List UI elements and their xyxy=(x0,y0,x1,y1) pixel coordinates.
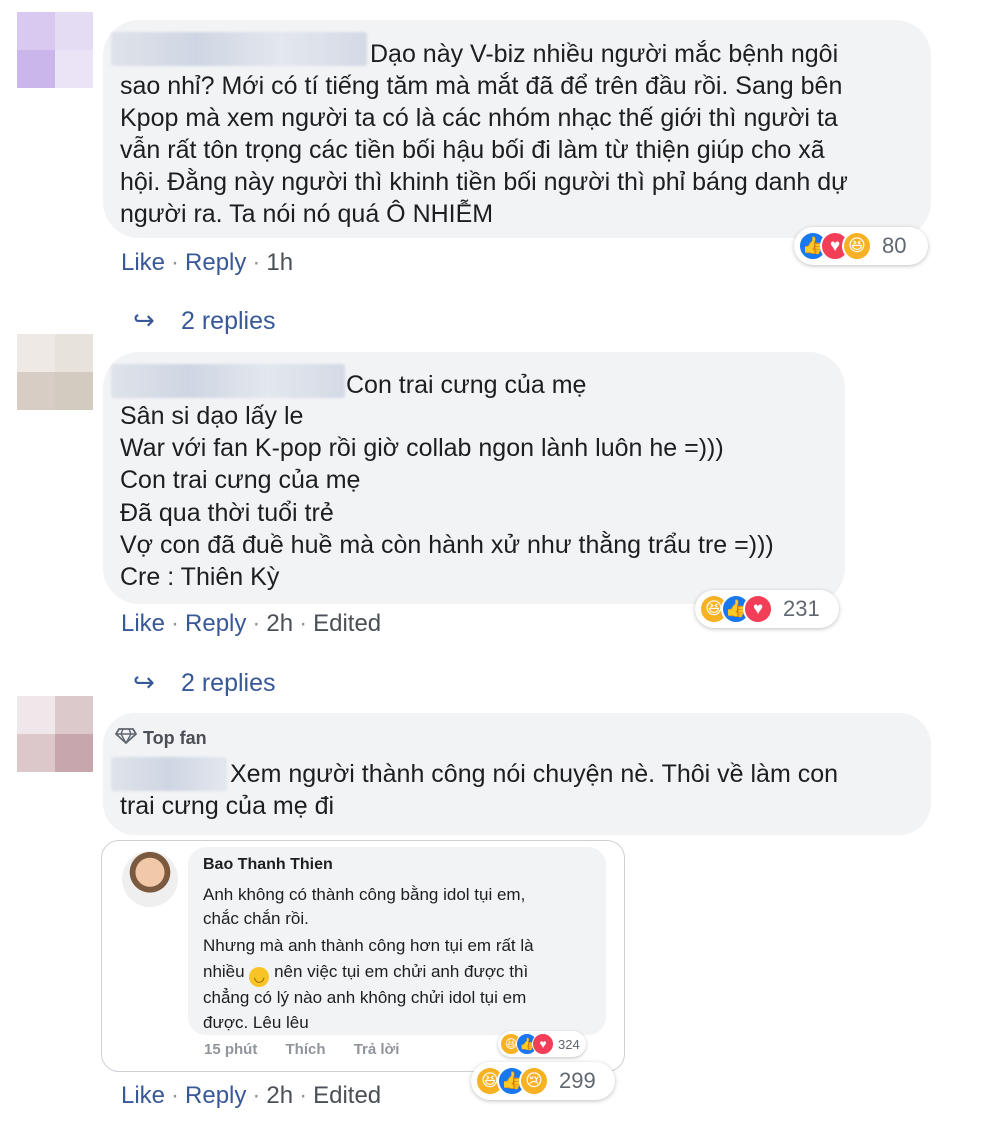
view-replies-link[interactable]: ↪ 2 replies xyxy=(133,305,276,336)
like-button[interactable]: Like xyxy=(121,610,165,637)
embedded-text-line: được. Lêu lêu xyxy=(203,1013,309,1032)
replies-label: 2 replies xyxy=(181,669,276,697)
comment-bubble: Con trai cưng của mẹ Sân si dạo lấy le W… xyxy=(103,352,845,604)
comment-text-line: trai cưng của mẹ đi xyxy=(120,792,335,820)
redacted-commenter-name[interactable] xyxy=(111,757,227,791)
comment-text-line: Con trai cưng của mẹ xyxy=(120,466,361,494)
reaction-summary[interactable]: 😆 👍 😢 299 xyxy=(471,1062,615,1100)
embedded-like: Thích xyxy=(285,1041,326,1058)
comment-text-line: sao nhỉ? Mới có tí tiếng tăm mà mắt đã đ… xyxy=(120,72,843,100)
comment-text-line: Cre : Thiên Kỳ xyxy=(120,563,280,591)
reaction-count: 299 xyxy=(559,1068,596,1093)
avatar[interactable] xyxy=(17,12,93,88)
comment-bubble: Top fan Xem người thành công nói chuyện … xyxy=(103,713,931,835)
embedded-text-line: nhiều ◡ nên việc tụi em chửi anh được th… xyxy=(203,960,528,987)
separator: · xyxy=(171,610,180,637)
comment-text-line: Vợ con đã đuề huề mà còn hành xử như thằ… xyxy=(120,531,774,559)
avatar[interactable] xyxy=(17,696,93,772)
comment-text-line: War với fan K-pop rồi giờ collab ngon là… xyxy=(120,434,724,462)
reply-button[interactable]: Reply xyxy=(185,610,246,637)
diamond-icon xyxy=(114,722,138,754)
avatar[interactable] xyxy=(17,334,93,410)
embedded-reaction-count: 324 xyxy=(558,1036,580,1052)
like-button[interactable]: Like xyxy=(121,1082,165,1109)
embedded-commenter-name: Bao Thanh Thien xyxy=(203,856,333,873)
sad-reaction-icon: 😢 xyxy=(519,1066,549,1096)
embedded-actions: 15 phút Thích Trả lời xyxy=(204,1041,399,1058)
smiley-emoji-icon: ◡ xyxy=(249,967,270,987)
embedded-text-line: chắc chắn rồi. xyxy=(203,909,309,928)
timestamp[interactable]: 2h xyxy=(266,1082,293,1109)
embedded-text-part: nhiều xyxy=(203,962,245,981)
reply-button[interactable]: Reply xyxy=(185,1082,246,1109)
embedded-reaction-summary: 😆 👍 ♥ 324 xyxy=(498,1031,586,1057)
embedded-text-part: nên việc tụi em chửi anh được thì xyxy=(274,962,529,981)
reply-arrow-icon: ↪ xyxy=(133,305,155,335)
separator: · xyxy=(171,1082,180,1109)
separator: · xyxy=(299,610,308,637)
top-fan-label: Top fan xyxy=(143,728,207,748)
love-reaction-icon: ♥ xyxy=(743,594,773,624)
comment-text-line: người ra. Ta nói nó quá Ô NHIỄM xyxy=(120,200,494,228)
edited-label[interactable]: Edited xyxy=(313,1082,381,1109)
comment-text-line: Kpop mà xem người ta có là các nhóm nhạc… xyxy=(120,104,838,132)
replies-label: 2 replies xyxy=(181,307,276,335)
reaction-count: 231 xyxy=(783,596,820,621)
haha-reaction-icon: 😆 xyxy=(842,231,872,261)
separator: · xyxy=(299,1082,308,1109)
reaction-summary[interactable]: 👍 ♥ 😆 80 xyxy=(794,227,928,265)
timestamp[interactable]: 2h xyxy=(266,610,293,637)
comment-actions: Like · Reply · 2h · Edited xyxy=(121,610,381,638)
comment-text-line: Sân si dạo lấy le xyxy=(120,402,304,430)
like-button[interactable]: Like xyxy=(121,249,165,276)
separator: · xyxy=(252,249,261,276)
reply-button[interactable]: Reply xyxy=(185,249,246,276)
top-fan-badge: Top fan xyxy=(114,722,207,754)
separator: · xyxy=(252,610,261,637)
embedded-reply: Trả lời xyxy=(353,1041,400,1058)
comment-actions: Like · Reply · 1h xyxy=(121,249,293,277)
edited-label[interactable]: Edited xyxy=(313,610,381,637)
embedded-text-line: chẳng có lý nào anh không chửi idol tụi … xyxy=(203,988,527,1007)
embedded-screenshot: Bao Thanh Thien Anh không có thành công … xyxy=(101,840,625,1072)
reaction-summary[interactable]: 😆 👍 ♥ 231 xyxy=(695,590,839,628)
comment-bubble: Dạo này V-biz nhiều người mắc bệnh ngôi … xyxy=(103,20,931,238)
timestamp[interactable]: 1h xyxy=(266,249,293,276)
separator: · xyxy=(252,1082,261,1109)
comment-text-line: Xem người thành công nói chuyện nè. Thôi… xyxy=(230,760,839,788)
reaction-count: 80 xyxy=(882,233,907,258)
embedded-text-line: Nhưng mà anh thành công hơn tụi em rất l… xyxy=(203,936,534,955)
reply-arrow-icon: ↪ xyxy=(133,667,155,697)
separator: · xyxy=(171,249,180,276)
comment-text-line: Con trai cưng của mẹ xyxy=(346,371,587,399)
embedded-timestamp: 15 phút xyxy=(204,1041,258,1058)
comment-text-line: Đã qua thời tuổi trẻ xyxy=(120,499,334,527)
embedded-avatar xyxy=(122,851,178,907)
view-replies-link[interactable]: ↪ 2 replies xyxy=(133,667,276,698)
comment-text-line: Dạo này V-biz nhiều người mắc bệnh ngôi xyxy=(370,40,839,68)
comment-actions: Like · Reply · 2h · Edited xyxy=(121,1082,381,1110)
embedded-comment-bubble: Bao Thanh Thien Anh không có thành công … xyxy=(188,847,606,1035)
comment-text-line: hội. Đằng này người thì khinh tiền bối n… xyxy=(120,168,848,196)
comment-text-line: vẫn rất tôn trọng các tiền bối hậu bối đ… xyxy=(120,136,825,164)
love-reaction-icon: ♥ xyxy=(532,1033,554,1055)
redacted-commenter-name[interactable] xyxy=(111,364,345,398)
redacted-commenter-name[interactable] xyxy=(111,32,367,66)
embedded-text-line: Anh không có thành công bằng idol tụi em… xyxy=(203,885,526,904)
